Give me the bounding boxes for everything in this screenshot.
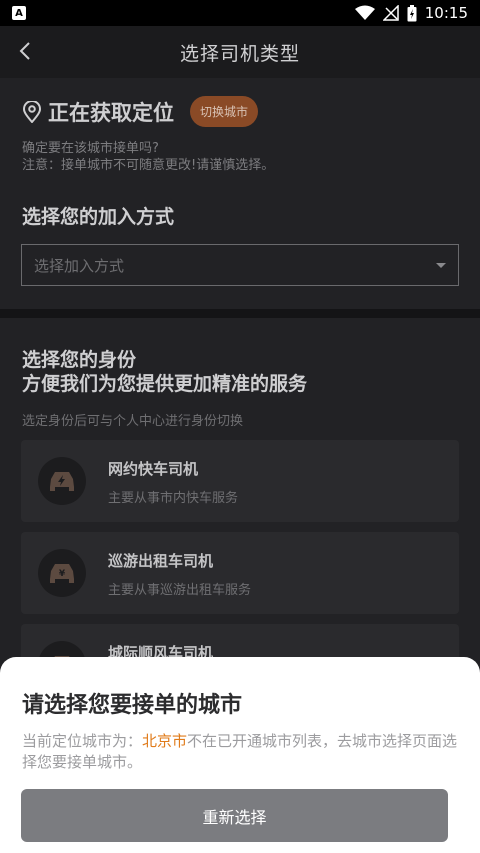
switch-city-button[interactable]: 切换城市: [190, 96, 259, 127]
sheet-title: 请选择您要接单的城市: [22, 693, 243, 718]
status-icons: 10:15: [354, 4, 468, 22]
svg-text:¥: ¥: [59, 569, 66, 579]
join-method-placeholder: 选择加入方式: [34, 256, 125, 275]
identity-title-line-1: 选择您的身份: [22, 349, 137, 371]
driver-card-taxi[interactable]: ¥ 巡游出租车司机 主要从事巡游出租车服务: [21, 532, 459, 614]
card-name: 网约快车司机: [108, 460, 199, 478]
identity-title: 选择您的身份 方便我们为您提供更加精准的服务: [22, 348, 307, 396]
wifi-icon: [354, 5, 375, 20]
card-name: 巡游出租车司机: [108, 552, 214, 570]
confirm-text: 确定要在该城市接单吗? 注意：接单城市不可随意更改!请谨慎选择。: [22, 140, 274, 174]
title-bar: 选择司机类型: [0, 26, 480, 78]
location-section: 正在获取定位 切换城市 确定要在该城市接单吗? 注意：接单城市不可随意更改!请谨…: [0, 78, 480, 309]
signal-icon: [382, 5, 399, 21]
confirm-line-1: 确定要在该城市接单吗?: [22, 141, 159, 156]
car-lightning-icon: [38, 457, 86, 505]
dropdown-caret-icon: [436, 262, 446, 268]
chevron-left-icon: [19, 42, 30, 60]
join-method-select[interactable]: 选择加入方式: [21, 244, 459, 286]
location-pin-icon: [22, 100, 42, 123]
section-divider: [0, 309, 480, 318]
location-row: 正在获取定位 切换城市: [22, 96, 259, 127]
reselect-button[interactable]: 重新选择: [21, 789, 448, 842]
join-method-title: 选择您的加入方式: [22, 206, 175, 228]
status-time: 10:15: [424, 4, 468, 22]
page-title: 选择司机类型: [179, 42, 300, 65]
sheet-message: 当前定位城市为：北京市不在已开通城市列表，去城市选择页面选择您要接单城市。: [22, 731, 458, 773]
current-city: 北京市: [142, 732, 188, 750]
location-status: 正在获取定位: [48, 100, 174, 125]
screen: A 10:15 选择司机类型 正在获取定位 切换城市 确定要在该城市接单吗? 注…: [0, 0, 480, 853]
confirm-line-2: 注意：接单城市不可随意更改!请谨慎选择。: [22, 158, 275, 173]
card-desc: 主要从事巡游出租车服务: [108, 583, 252, 598]
battery-icon: [407, 4, 417, 21]
notification-app-icon: A: [12, 6, 26, 20]
identity-subtitle: 选定身份后可与个人中心进行身份切换: [22, 414, 244, 429]
status-bar: A 10:15: [0, 0, 480, 26]
sheet-msg-prefix: 当前定位城市为：: [22, 732, 143, 750]
identity-title-line-2: 方便我们为您提供更加精准的服务: [22, 373, 308, 395]
city-select-sheet: 请选择您要接单的城市 当前定位城市为：北京市不在已开通城市列表，去城市选择页面选…: [0, 657, 480, 853]
back-button[interactable]: [14, 38, 36, 64]
card-desc: 主要从事市内快车服务: [108, 491, 239, 506]
driver-card-express[interactable]: 网约快车司机 主要从事市内快车服务: [21, 440, 459, 522]
car-yen-icon: ¥: [38, 549, 86, 597]
